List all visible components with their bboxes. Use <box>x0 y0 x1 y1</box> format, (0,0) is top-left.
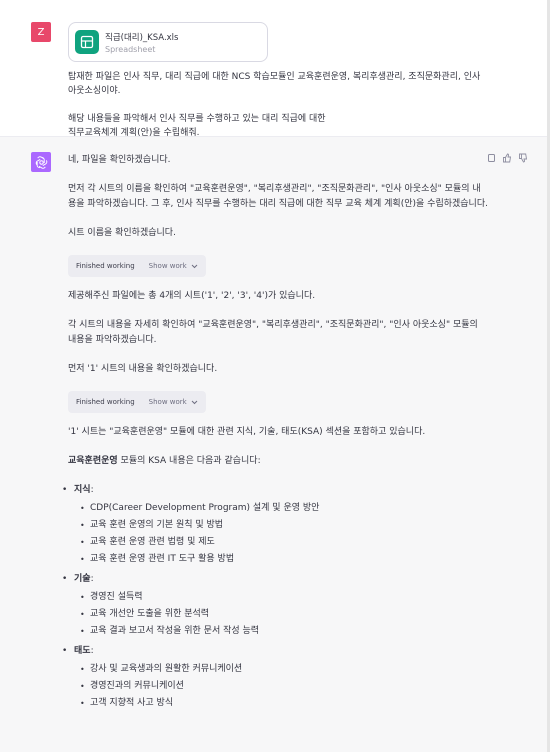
list-item: 교육 훈련 운영 관련 법령 및 제도 <box>80 534 488 551</box>
knowledge-items: CDP(Career Development Program) 설계 및 운영 … <box>80 500 488 568</box>
ksa-section-title: 기술 <box>74 574 91 584</box>
assistant-avatar-icon <box>31 152 51 172</box>
ksa-section-skill: 기술: 경영진 설득력 교육 개선안 도출을 위한 분석력 교육 결과 보고서 … <box>62 572 488 640</box>
ksa-section-attitude: 태도: 강사 및 교육생과의 원활한 커뮤니케이션 경영진과의 커뮤니케이션 고… <box>62 644 488 712</box>
assistant-paragraph: 제공해주신 파일에는 총 4개의 시트('1', '2', '3', '4')가… <box>68 291 316 301</box>
user-message: Z 직급(대리)_KSA.xls Spreadsheet 탑재한 파일은 인사 … <box>0 8 550 138</box>
list-item: 교육 결과 보고서 작성을 위한 문서 작성 능력 <box>80 623 488 640</box>
list-item: 교육 훈련 운영의 기본 원칙 및 방법 <box>80 517 488 534</box>
ksa-section-knowledge: 지식: CDP(Career Development Program) 설계 및… <box>62 483 488 568</box>
thumbs-up-icon[interactable] <box>502 153 512 163</box>
ksa-list: 지식: CDP(Career Development Program) 설계 및… <box>62 483 488 712</box>
show-work-label: Show work <box>148 261 187 270</box>
finished-working-toggle[interactable]: Finished working Show work <box>68 391 206 413</box>
user-message-line: 해당 내용들을 파악해서 인사 직무를 수행하고 있는 대리 직급에 대한 <box>68 114 326 124</box>
top-spacer <box>0 0 550 8</box>
assistant-paragraph: 각 시트의 내용을 자세히 확인하여 "교육훈련운영", "복리후생관리", "… <box>68 320 478 345</box>
list-item: 교육 훈련 운영 관련 IT 도구 활용 방법 <box>80 551 488 568</box>
finished-working-label: Finished working <box>76 261 135 270</box>
attitude-items: 강사 및 교육생과의 원활한 커뮤니케이션 경영진과의 커뮤니케이션 고객 지향… <box>80 661 488 712</box>
thumbs-down-icon[interactable] <box>518 153 528 163</box>
list-item: 고객 지향적 사고 방식 <box>80 695 488 712</box>
list-item: 경영진과의 커뮤니케이션 <box>80 678 488 695</box>
module-name: 교육훈련운영 <box>68 456 118 466</box>
list-item: 강사 및 교육생과의 원활한 커뮤니케이션 <box>80 661 488 678</box>
assistant-message-content: 네, 파일을 확인하겠습니다. 먼저 각 시트의 이름을 확인하여 "교육훈련운… <box>62 153 488 716</box>
skill-items: 경영진 설득력 교육 개선안 도출을 위한 분석력 교육 결과 보고서 작성을 … <box>80 589 488 640</box>
ksa-section-title: 지식 <box>74 485 91 495</box>
file-type: Spreadsheet <box>105 45 156 54</box>
message-actions <box>486 153 528 163</box>
user-avatar: Z <box>31 22 51 42</box>
attached-file-card[interactable]: 직급(대리)_KSA.xls Spreadsheet <box>68 22 268 62</box>
assistant-paragraph: 먼저 '1' 시트의 내용을 확인하겠습니다. <box>68 364 218 374</box>
module-intro: 모듈의 KSA 내용은 다음과 같습니다: <box>117 456 261 466</box>
spreadsheet-icon <box>75 30 99 54</box>
assistant-paragraph: 먼저 각 시트의 이름을 확인하여 "교육훈련운영", "복리후생관리", "조… <box>68 184 488 209</box>
list-item: CDP(Career Development Program) 설계 및 운영 … <box>80 500 488 517</box>
show-work-button[interactable]: Show work <box>149 259 198 274</box>
chevron-down-icon <box>191 400 198 404</box>
finished-working-label: Finished working <box>76 397 135 406</box>
list-item: 경영진 설득력 <box>80 589 488 606</box>
assistant-paragraph: '1' 시트는 "교육훈련운영" 모듈에 대한 관련 지식, 기술, 태도(KS… <box>68 427 426 437</box>
file-name: 직급(대리)_KSA.xls <box>105 33 179 43</box>
assistant-paragraph: 시트 이름을 확인하겠습니다. <box>68 228 176 238</box>
list-item: 교육 개선안 도출을 위한 분석력 <box>80 606 488 623</box>
user-message-paragraph: 탑재한 파일은 인사 직무, 대리 직급에 대한 NCS 학습모듈인 교육훈련운… <box>68 72 481 96</box>
show-work-button[interactable]: Show work <box>149 395 198 410</box>
ksa-section-title: 태도 <box>74 646 91 656</box>
assistant-paragraph: 교육훈련운영 모듈의 KSA 내용은 다음과 같습니다: <box>68 454 488 469</box>
chevron-down-icon <box>191 264 198 268</box>
assistant-paragraph: 네, 파일을 확인하겠습니다. <box>68 155 171 165</box>
finished-working-toggle[interactable]: Finished working Show work <box>68 255 206 277</box>
show-work-label: Show work <box>148 397 187 406</box>
assistant-message: 네, 파일을 확인하겠습니다. 먼저 각 시트의 이름을 확인하여 "교육훈련운… <box>0 136 550 733</box>
